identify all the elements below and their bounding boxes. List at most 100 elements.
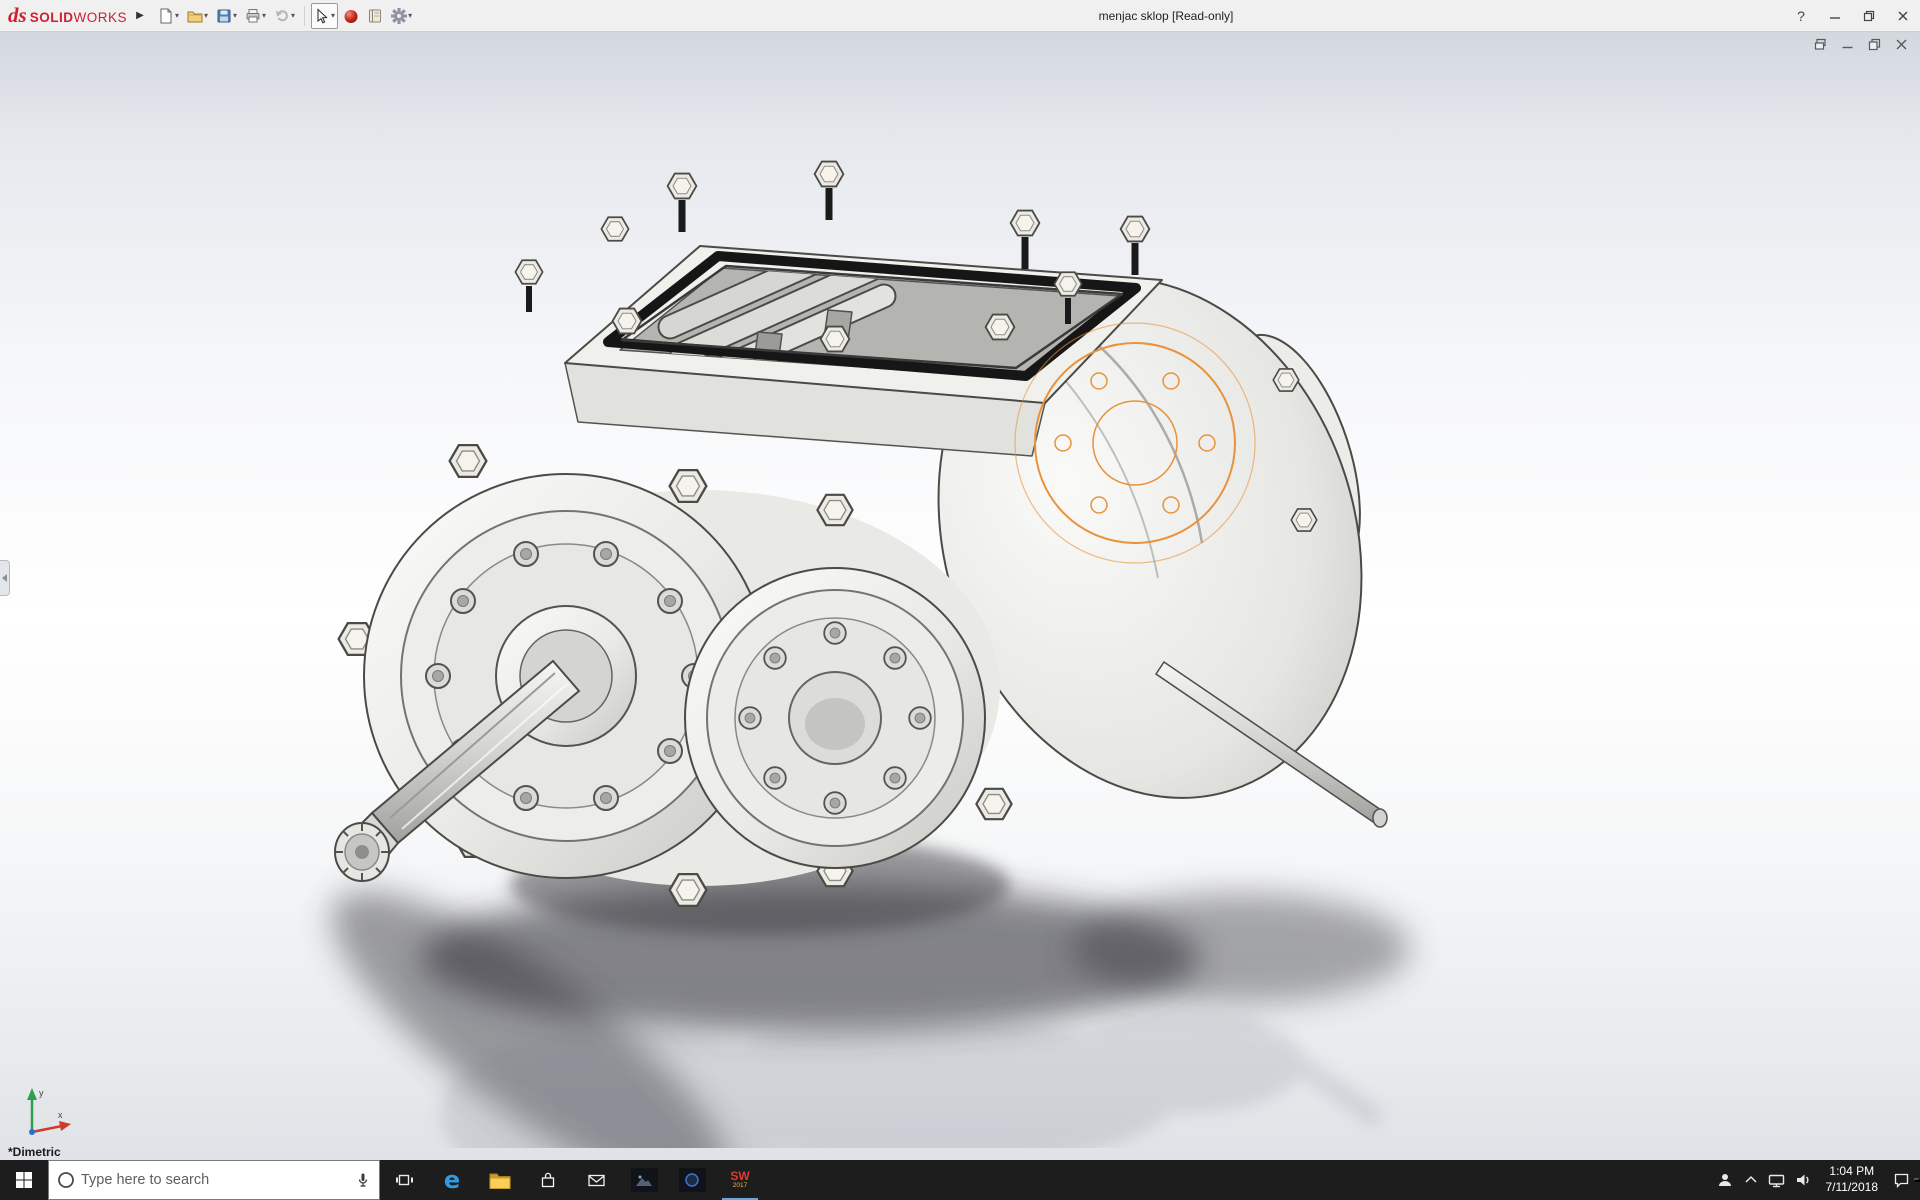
window-controls: ? [1784, 0, 1920, 32]
design-binder-button[interactable] [364, 3, 386, 29]
folder-icon [489, 1173, 511, 1189]
photos-app-icon [630, 1168, 658, 1192]
print-button[interactable]: ▾ [242, 3, 269, 29]
people-tray-button[interactable] [1712, 1160, 1738, 1200]
y-axis-arrow [27, 1088, 37, 1100]
red-sphere-icon [344, 9, 358, 23]
hidden-icons-button[interactable] [1738, 1160, 1764, 1200]
menu-flyout-button[interactable]: ▶ [131, 4, 149, 28]
sw-mark-text: SW [730, 1169, 750, 1184]
solidworks-window: ds SOLID WORKS ▶ ▾ ▾ ▾ ▾ ▾ ▾ ▾ menjac sk… [0, 0, 1920, 1200]
graphics-area[interactable]: y x *Dimetric [0, 32, 1920, 1160]
doc-cascade-button[interactable] [1814, 38, 1827, 51]
speaker-icon [1796, 1174, 1808, 1186]
network-tray-button[interactable] [1764, 1160, 1790, 1200]
minimize-button[interactable] [1818, 0, 1852, 32]
solidworks-logo: ds SOLID WORKS [0, 5, 131, 26]
solidworks-app-icon: SW 2017 [730, 1170, 749, 1190]
x-axis-label: x [58, 1110, 63, 1120]
model-reflection [440, 1013, 1385, 1148]
undo-button[interactable]: ▾ [271, 3, 298, 29]
doc-minimize-button[interactable] [1841, 38, 1854, 51]
file-explorer-button[interactable] [476, 1160, 524, 1200]
solidworks-logo-icon: ds [8, 3, 27, 27]
dropdown-caret[interactable]: ▾ [291, 11, 295, 20]
system-tray: 1:04 PM 7/11/2018 [1712, 1160, 1920, 1200]
sw-year-text: 2017 [732, 1182, 748, 1190]
edge-app-button[interactable]: e [428, 1160, 476, 1200]
window-title: menjac sklop [Read-only] [1098, 8, 1234, 23]
cascade-windows-icon [1814, 38, 1826, 50]
action-center-button[interactable] [1888, 1160, 1914, 1200]
open-button[interactable]: ▾ [184, 3, 211, 29]
binder-book-icon [369, 9, 382, 22]
standard-toolbar: ▾ ▾ ▾ ▾ ▾ ▾ ▾ [155, 2, 415, 29]
solidworks-app-button[interactable]: SW 2017 [716, 1160, 764, 1200]
undo-icon [276, 9, 288, 21]
task-view-icon [395, 1174, 413, 1186]
mail-app-button[interactable] [572, 1160, 620, 1200]
restore-icon [1863, 10, 1875, 22]
restore-button[interactable] [1852, 0, 1886, 32]
gearbox-model[interactable] [290, 128, 1450, 1148]
task-view-button[interactable] [380, 1160, 428, 1200]
cortana-ring-icon [58, 1172, 74, 1188]
dropdown-caret[interactable]: ▾ [175, 11, 179, 20]
action-center-icon [1894, 1173, 1908, 1188]
toolbar-separator [304, 5, 306, 26]
select-cursor-icon [317, 7, 328, 24]
microphone-icon[interactable] [355, 1172, 371, 1188]
close-icon [1898, 11, 1908, 21]
photos-app-button[interactable] [620, 1160, 668, 1200]
taskbar-search[interactable] [48, 1160, 380, 1200]
save-floppy-icon [217, 9, 231, 22]
y-axis-label: y [39, 1088, 44, 1098]
x-axis-arrow [59, 1121, 71, 1131]
doc-close-icon [1896, 39, 1907, 50]
volume-tray-button[interactable] [1790, 1160, 1816, 1200]
windows-taskbar: e SW 2017 [0, 1160, 1920, 1200]
dropdown-caret[interactable]: ▾ [262, 11, 266, 20]
z-axis-point [29, 1129, 35, 1135]
dropdown-caret[interactable]: ▾ [233, 11, 237, 20]
dropdown-caret[interactable]: ▾ [331, 11, 335, 20]
dropdown-caret[interactable]: ▾ [204, 11, 208, 20]
clock-date: 7/11/2018 [1825, 1180, 1879, 1194]
print-icon [246, 8, 260, 22]
chevron-up-icon [1744, 1175, 1757, 1183]
new-document-button[interactable]: ▾ [155, 3, 182, 29]
front-flanges[interactable] [337, 443, 1013, 908]
person-icon [1718, 1174, 1731, 1186]
media-app-button[interactable] [668, 1160, 716, 1200]
minimize-icon [1830, 17, 1840, 19]
taskbar-clock[interactable]: 1:04 PM 7/11/2018 [1816, 1164, 1889, 1195]
media-app-icon [678, 1168, 706, 1192]
clock-time: 1:04 PM [1829, 1164, 1875, 1179]
start-button[interactable] [0, 1160, 48, 1200]
search-input[interactable] [81, 1172, 349, 1188]
document-window-controls [1814, 38, 1908, 51]
store-app-button[interactable] [524, 1160, 572, 1200]
doc-minimize-icon [1842, 46, 1853, 49]
panel-flyout-tab[interactable] [0, 560, 10, 596]
envelope-icon [587, 1174, 605, 1187]
windows-logo-icon [16, 1172, 32, 1188]
shopping-bag-icon [541, 1172, 555, 1188]
options-gear-icon [391, 7, 408, 24]
save-button[interactable]: ▾ [213, 3, 240, 29]
close-button[interactable] [1886, 0, 1920, 32]
help-button[interactable]: ? [1784, 0, 1818, 32]
logo-text-solid: SOLID [29, 10, 74, 25]
options-button[interactable]: ▾ [388, 3, 415, 29]
doc-close-button[interactable] [1895, 38, 1908, 51]
network-icon [1768, 1174, 1785, 1188]
appearance-button[interactable] [340, 3, 362, 29]
select-tool-button[interactable]: ▾ [311, 2, 339, 29]
doc-restore-icon [1868, 38, 1881, 51]
logo-text-works: WORKS [73, 10, 127, 25]
titlebar: ds SOLID WORKS ▶ ▾ ▾ ▾ ▾ ▾ ▾ ▾ menjac sk… [0, 0, 1920, 32]
show-desktop-button[interactable] [1914, 1178, 1920, 1182]
doc-restore-button[interactable] [1868, 38, 1881, 51]
chevron-left-icon [2, 574, 7, 582]
dropdown-caret[interactable]: ▾ [408, 11, 412, 20]
